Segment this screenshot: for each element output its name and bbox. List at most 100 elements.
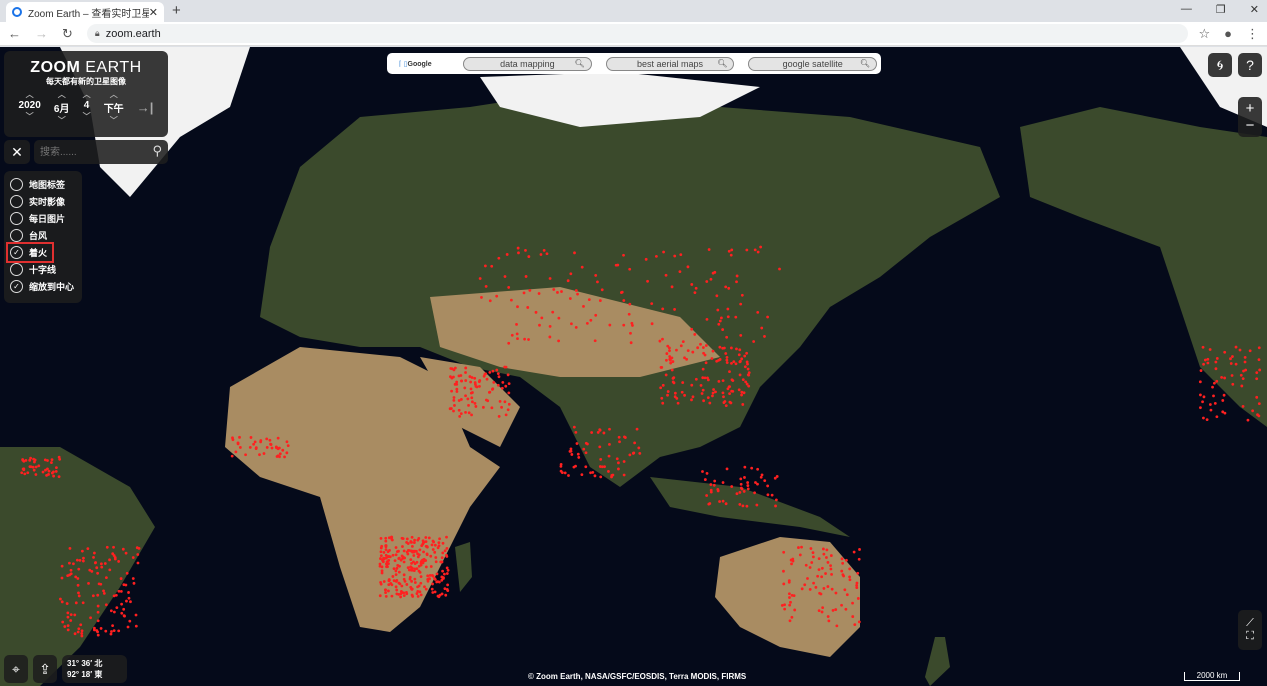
fire-dot: [666, 390, 670, 393]
fire-dot: [506, 408, 510, 412]
fire-dot: [714, 390, 717, 394]
fire-dot: [741, 403, 745, 406]
layer-label: 台风: [29, 231, 48, 241]
fire-dot: [782, 582, 786, 586]
fire-dot: [63, 625, 67, 628]
fire-dot: [1202, 362, 1205, 366]
layer-toggle[interactable]: ✓ 缩放到中心: [10, 278, 76, 295]
profile-icon[interactable]: ●: [1224, 26, 1232, 42]
fire-dot: [1206, 361, 1210, 365]
fire-dot: [728, 370, 731, 374]
fire-dot: [380, 565, 384, 569]
share-button[interactable]: ⇪: [33, 655, 57, 683]
reload-button[interactable]: ↻: [62, 26, 73, 42]
fire-dot: [419, 575, 423, 579]
close-window-button[interactable]: ✕: [1250, 3, 1259, 16]
fire-dot: [380, 569, 384, 573]
layer-toggle[interactable]: ✓ 着火: [6, 242, 54, 263]
fire-dot: [1221, 410, 1225, 414]
fire-dot: [734, 362, 738, 366]
fire-dot: [803, 583, 807, 587]
fire-dot: [722, 395, 725, 399]
layer-toggle[interactable]: 实时影像: [10, 193, 76, 210]
year-picker[interactable]: ︿ 2020 ﹀: [19, 89, 41, 126]
fire-dot: [747, 373, 751, 377]
zoom-in-button[interactable]: +: [1246, 100, 1255, 117]
fire-dot: [384, 548, 388, 552]
browser-tab[interactable]: Zoom Earth – 查看实时卫星图像 ✕: [6, 2, 164, 22]
fire-dot: [622, 323, 626, 327]
fire-dot: [598, 299, 602, 302]
fire-dot: [548, 277, 552, 280]
locate-button[interactable]: ⌖: [4, 655, 28, 683]
fire-dot: [390, 583, 394, 587]
measure-area-icon[interactable]: ⛶: [1246, 630, 1254, 643]
fire-dot: [104, 576, 108, 580]
layer-toggle[interactable]: 台风: [10, 227, 76, 244]
fire-dot: [410, 535, 414, 539]
url-field[interactable]: 🔒︎ zoom.earth: [86, 24, 1189, 43]
layer-toggle[interactable]: 地图标签: [10, 176, 76, 193]
fire-dot: [741, 504, 745, 508]
fire-dot: [730, 485, 734, 488]
jump-to-latest-icon[interactable]: →|: [137, 89, 154, 126]
fire-dot: [1198, 380, 1202, 384]
help-button[interactable]: ?: [1238, 53, 1262, 77]
search-input[interactable]: [34, 140, 168, 164]
forward-button[interactable]: →: [35, 26, 48, 42]
search-icon: 🔍︎: [859, 59, 871, 68]
day-picker[interactable]: ︿ 4 ﹀: [83, 89, 91, 126]
fire-dot: [416, 538, 420, 542]
period-picker[interactable]: ︿ 下午 ﹀: [104, 89, 124, 126]
fire-dot: [738, 348, 742, 352]
attribution: © Zoom Earth, NASA/GSFC/EOSDIS, Terra MO…: [528, 672, 747, 681]
ad-query-1[interactable]: data mapping 🔍︎: [463, 56, 592, 71]
menu-icon[interactable]: ⋮: [1246, 26, 1259, 42]
measure-distance-icon[interactable]: ⟋: [1246, 617, 1254, 630]
fire-dot: [22, 459, 26, 463]
layer-toggle[interactable]: 每日图片: [10, 210, 76, 227]
fire-dot: [661, 401, 665, 405]
close-tab-icon[interactable]: ✕: [149, 6, 158, 19]
fire-dot: [703, 376, 707, 380]
fire-dot: [1222, 393, 1226, 397]
restore-button[interactable]: ❐: [1216, 3, 1226, 16]
fire-dot: [835, 624, 839, 628]
fire-dot: [664, 273, 668, 277]
fire-dot: [825, 548, 829, 552]
fire-dot: [87, 581, 90, 585]
satellite-map[interactable]: ⌈ ▯Google data mapping 🔍︎ best aerial map…: [0, 47, 1267, 686]
back-button[interactable]: ←: [8, 26, 21, 42]
fire-dot: [441, 551, 445, 555]
fire-dot: [394, 553, 398, 557]
fire-dot: [856, 597, 860, 600]
fire-dot: [654, 255, 658, 258]
storm-icon[interactable]: 🌀︎: [1208, 53, 1232, 77]
layer-toggle[interactable]: 十字线: [10, 261, 76, 278]
search-icon[interactable]: ⚲: [152, 143, 162, 159]
fire-dot: [822, 587, 826, 590]
fire-dot: [433, 577, 437, 580]
fire-dot: [617, 461, 620, 465]
fire-dot: [507, 382, 511, 386]
fire-dot: [1211, 385, 1214, 389]
close-menu-button[interactable]: ✕: [4, 140, 30, 164]
fire-dot: [713, 479, 717, 483]
month-picker[interactable]: ︿ 6月 ﹀: [54, 89, 70, 126]
new-tab-button[interactable]: +: [172, 2, 181, 19]
fire-dot: [741, 378, 745, 382]
fire-dot: [431, 582, 434, 586]
fire-dot: [660, 365, 664, 369]
fire-dot: [265, 437, 269, 441]
fire-dot: [556, 291, 559, 294]
ad-query-3[interactable]: google satellite 🔍︎: [748, 56, 878, 71]
fire-dot: [707, 502, 711, 506]
zoom-out-button[interactable]: −: [1246, 117, 1255, 134]
fire-dot: [421, 542, 425, 546]
ad-query-2[interactable]: best aerial maps 🔍︎: [605, 56, 735, 71]
minimize-button[interactable]: —: [1181, 3, 1192, 16]
fire-dot: [704, 361, 708, 365]
fire-dot: [96, 610, 100, 614]
bookmark-star-icon[interactable]: ☆: [1198, 26, 1210, 42]
fire-dot: [718, 345, 722, 349]
